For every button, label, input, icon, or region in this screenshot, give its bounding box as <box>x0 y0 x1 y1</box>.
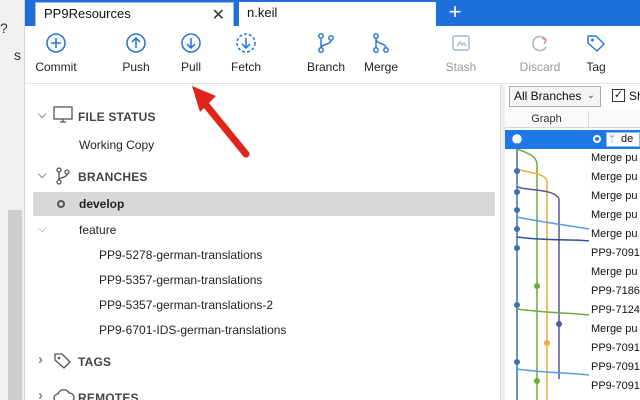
commit-row[interactable]: Merge pu <box>591 228 640 240</box>
annotation-arrow <box>192 86 250 158</box>
fetch-label: Fetch <box>230 60 261 74</box>
commit-row[interactable]: Merge pu <box>591 266 640 278</box>
close-icon[interactable]: ✕ <box>212 5 225 25</box>
history-header: Graph <box>505 110 640 128</box>
stash-button[interactable]: Stash <box>430 32 492 80</box>
branch-tag-label: de <box>621 133 634 145</box>
scrollbar-thumb[interactable] <box>8 210 22 400</box>
graph-column-header[interactable]: Graph <box>505 110 589 128</box>
branch-name: develop <box>79 197 125 211</box>
pull-button[interactable]: Pull <box>160 32 222 80</box>
commit-row[interactable]: PP9-7091 <box>591 342 640 354</box>
arrow-up-circle-icon <box>126 33 146 53</box>
branch-icon <box>53 166 73 189</box>
commit-row[interactable]: Merge pu <box>591 190 640 202</box>
section-title: TAGS <box>78 355 112 369</box>
chevron-down-icon: ⌄ <box>586 90 595 101</box>
stash-icon <box>452 35 470 51</box>
discard-label: Discard <box>519 60 561 74</box>
monitor-icon <box>53 106 73 127</box>
tag-label: Tag <box>586 60 606 74</box>
push-button[interactable]: Push <box>105 32 167 80</box>
tab-pp9resources[interactable]: PP9Resources ✕ <box>35 2 234 26</box>
cloud-icon <box>53 387 75 400</box>
show-remote-checkbox[interactable]: ✓ <box>612 89 625 102</box>
background-glyph: ? <box>0 20 8 36</box>
branch-button[interactable]: Branch <box>295 32 357 80</box>
fetch-icon <box>236 33 256 53</box>
pull-label: Pull <box>180 60 201 74</box>
merge-icon <box>373 33 389 53</box>
commit-row[interactable]: Merge pu <box>591 209 640 221</box>
tag-icon <box>587 35 605 52</box>
commit-row[interactable]: PP9-7124 <box>591 304 640 316</box>
chevron-right-icon[interactable]: › <box>38 387 43 400</box>
head-commit-icon <box>593 135 601 143</box>
tab-bar: PP9Resources ✕ n.keil + <box>25 0 640 26</box>
commit-row[interactable]: Merge pu <box>591 152 640 164</box>
branch-tag-develop: ᛘ de <box>606 132 640 147</box>
sidebar-item-branch[interactable]: PP9-5278-german-translations <box>99 248 262 262</box>
section-title: BRANCHES <box>78 170 148 184</box>
chevron-down-icon[interactable]: ⌵ <box>38 223 46 236</box>
merge-label: Merge <box>363 60 398 74</box>
section-branches[interactable]: ⌵ BRANCHES <box>25 165 500 189</box>
history-panel: All Branches ⌄ ✓ Sh Graph ᛘ de <box>505 85 640 400</box>
section-file-status[interactable]: ⌵ FILE STATUS <box>25 105 500 129</box>
branch-icon: ᛘ <box>609 134 615 145</box>
fetch-button[interactable]: Fetch <box>215 32 277 80</box>
sidebar-item-working-copy[interactable]: Working Copy <box>79 138 154 152</box>
stash-label: Stash <box>445 60 477 74</box>
commit-button[interactable]: Commit <box>25 32 87 80</box>
commit-row[interactable]: PP9-7091 <box>591 247 640 259</box>
chevron-right-icon[interactable]: › <box>38 351 43 368</box>
sidebar-item-develop[interactable]: develop <box>33 192 495 216</box>
commit-row[interactable]: PP9-7091 <box>591 361 640 373</box>
sourcetree-window: ? s PP9Resources ✕ n.keil + Commit Push … <box>0 0 640 400</box>
sidebar-folder-feature[interactable]: feature <box>79 223 116 237</box>
commit-row[interactable]: Merge pu <box>591 323 640 335</box>
checkbox-label: Sh <box>629 89 640 103</box>
current-branch-icon <box>57 200 65 208</box>
tab-n-keil[interactable]: n.keil <box>239 2 436 26</box>
sidebar-item-branch[interactable]: PP9-5357-german-translations <box>99 273 262 287</box>
sidebar: ⌵ FILE STATUS Working Copy ⌵ BRANCHES de… <box>25 85 500 400</box>
merge-button[interactable]: Merge <box>350 32 412 80</box>
background-window-strip: ? s <box>0 0 25 400</box>
branch-icon <box>318 33 334 53</box>
section-title: FILE STATUS <box>78 110 156 124</box>
arrow-down-circle-icon <box>181 33 201 53</box>
section-title: REMOTES <box>78 391 139 400</box>
toolbar: Commit Push Pull Fetch Branch Merge Stas… <box>25 26 640 84</box>
branch-filter-dropdown[interactable]: All Branches ⌄ <box>509 86 601 107</box>
branch-filter-value: All Branches <box>514 89 582 103</box>
tag-button[interactable]: Tag <box>565 32 627 80</box>
commit-row[interactable]: Merge pu <box>591 171 640 183</box>
tab-title: n.keil <box>247 5 278 20</box>
tab-title: PP9Resources <box>44 6 131 21</box>
branch-label: Branch <box>306 60 346 74</box>
discard-button[interactable]: Discard <box>509 32 571 80</box>
new-tab-button[interactable]: + <box>443 0 467 25</box>
section-tags[interactable]: › TAGS <box>25 350 500 374</box>
commit-row[interactable]: PP9-7091 <box>591 380 640 392</box>
push-label: Push <box>122 60 150 74</box>
tag-icon <box>53 351 73 374</box>
discard-icon <box>532 35 547 52</box>
plus-circle-icon <box>46 33 66 53</box>
commit-label: Commit <box>35 60 77 74</box>
section-remotes[interactable]: › REMOTES <box>25 386 500 400</box>
chevron-down-icon[interactable]: ⌵ <box>38 109 46 122</box>
chevron-down-icon[interactable]: ⌵ <box>38 169 46 182</box>
background-glyph: s <box>14 47 21 63</box>
commit-row[interactable]: PP9-7186 <box>591 285 640 297</box>
commit-graph <box>512 134 589 400</box>
sidebar-item-branch[interactable]: PP9-5357-german-translations-2 <box>99 298 273 312</box>
sidebar-item-branch[interactable]: PP9-6701-IDS-german-translations <box>99 323 286 337</box>
